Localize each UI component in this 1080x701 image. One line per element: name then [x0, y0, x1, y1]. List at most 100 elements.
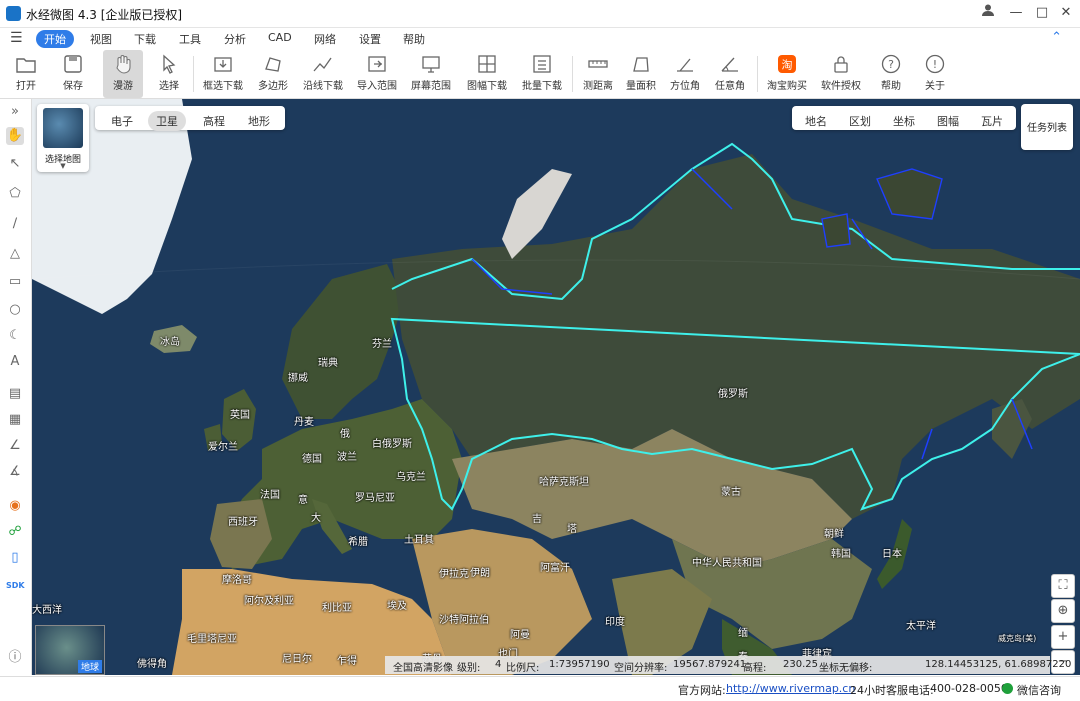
measure-distance-button[interactable]: 测距离 [580, 50, 616, 98]
map-type-elevation[interactable]: 高程 [195, 111, 233, 131]
place-label: 俄 [340, 429, 350, 440]
link-icon[interactable]: ☍ [6, 523, 24, 541]
place-label: 白俄罗斯 [372, 439, 412, 450]
add-text-icon[interactable]: A [6, 353, 24, 371]
help-icon: ? [881, 54, 901, 74]
toolbar-separator [193, 56, 194, 92]
help-circle-icon[interactable]: ⓘ [6, 649, 24, 667]
place-label: 吉 [532, 514, 542, 525]
pan-button[interactable]: 漫游 [103, 50, 143, 98]
angle-tool-icon[interactable]: ∡ [6, 463, 24, 481]
import-range-button[interactable]: 导入范围 [354, 50, 400, 98]
sheet-download-button[interactable]: 图幅下载 [462, 50, 512, 98]
open-button[interactable]: 打开 [10, 50, 42, 98]
website-link[interactable]: http://www.rivermap.cn [726, 682, 855, 695]
screen-icon [422, 56, 440, 73]
globe-thumbnail [43, 108, 83, 148]
menu-home[interactable]: 开始 [36, 30, 74, 48]
menu-bar: ☰ 开始 视图 下载 工具 分析 CAD 网络 设置 帮助 ⌃ [0, 28, 1080, 50]
layer-sheets[interactable]: 图幅 [929, 111, 967, 131]
overview-map[interactable]: 地球 [35, 625, 105, 675]
about-button[interactable]: ! 关于 [919, 50, 951, 98]
batch-download-button[interactable]: 批量下载 [519, 50, 565, 98]
svg-text:?: ? [888, 58, 894, 71]
fullscreen-icon[interactable]: ⛶ [1051, 574, 1075, 598]
draw-area-icon[interactable]: △ [6, 245, 24, 263]
draw-circle-icon[interactable]: ○ [6, 301, 24, 319]
pan-tool-icon[interactable]: ✋ [6, 127, 24, 145]
polygon-button[interactable]: 多边形 [254, 50, 292, 98]
zoom-in-button[interactable]: + [1051, 625, 1075, 649]
place-label: 阿曼 [510, 630, 530, 641]
box-download-button[interactable]: 框选下载 [201, 50, 245, 98]
layer-toggles: 地名 区划 坐标 图幅 瓦片 [792, 106, 1016, 130]
menu-cad[interactable]: CAD [268, 31, 292, 44]
place-label: 冰岛 [160, 337, 180, 348]
expand-panel-icon[interactable]: » [6, 103, 24, 121]
map-view[interactable]: 冰岛 芬兰 瑞典 挪威 英国 丹麦 爱尔兰 俄 白俄罗斯 德国 波兰 乌克兰 法… [32, 99, 1080, 675]
sdk-icon[interactable]: SDK [6, 577, 25, 595]
save-icon [64, 55, 82, 73]
minimize-icon[interactable]: — [1003, 3, 1029, 23]
user-icon[interactable] [975, 3, 1001, 23]
map-type-vector[interactable]: 电子 [103, 111, 141, 131]
place-label: 中华人民共和国 [692, 558, 762, 569]
place-label: 伊拉克 [439, 569, 469, 580]
taobao-buy-button[interactable]: 淘 淘宝购买 [764, 50, 810, 98]
azimuth-icon [677, 58, 693, 72]
box-download-icon [214, 57, 232, 72]
line-download-button[interactable]: 沿线下载 [300, 50, 346, 98]
measure-distance-icon[interactable]: ▤ [6, 385, 24, 403]
chevron-down-icon: ▼ [60, 162, 66, 170]
angle-icon [721, 57, 738, 72]
free-angle-button[interactable]: 任意角 [711, 50, 749, 98]
help-button[interactable]: ? 帮助 [875, 50, 907, 98]
left-toolbar: » ✋ ↖ ⬠ ∕ △ ▭ ○ ☾ A ▤ ▦ ∠ ∡ ◉ ☍ ▯ SDK ⓘ [0, 99, 32, 675]
map-selector[interactable]: 选择地图 ▼ [37, 104, 89, 172]
select-button[interactable]: 选择 [153, 50, 185, 98]
close-icon[interactable]: ✕ [1053, 3, 1079, 23]
layer-coordinates[interactable]: 坐标 [885, 111, 923, 131]
menu-analysis[interactable]: 分析 [224, 31, 246, 47]
select-tool-icon[interactable]: ↖ [6, 155, 24, 173]
place-label: 日本 [882, 549, 902, 560]
measure-area-icon[interactable]: ▦ [6, 411, 24, 429]
maximize-icon[interactable]: □ [1029, 3, 1055, 23]
locate-icon[interactable]: ⊕ [1051, 599, 1075, 623]
azimuth-tool-icon[interactable]: ∠ [6, 437, 24, 455]
task-list-button[interactable]: 任务列表 [1021, 104, 1073, 150]
map-type-satellite[interactable]: 卫星 [148, 111, 186, 131]
wechat-consult-link[interactable]: 微信咨询 [1017, 682, 1061, 698]
draw-rectangle-icon[interactable]: ▭ [6, 273, 24, 291]
layer-tiles[interactable]: 瓦片 [973, 111, 1011, 131]
collapse-ribbon-icon[interactable]: ⌃ [1051, 30, 1062, 45]
screen-range-button[interactable]: 屏幕范围 [408, 50, 454, 98]
map-type-terrain[interactable]: 地形 [240, 111, 278, 131]
menu-help[interactable]: 帮助 [403, 31, 425, 47]
menu-download[interactable]: 下载 [134, 31, 156, 47]
menu-settings[interactable]: 设置 [359, 31, 381, 47]
place-label: 韩国 [831, 549, 851, 560]
level-value: 4 [495, 659, 502, 670]
layer-place-names[interactable]: 地名 [797, 111, 835, 131]
menu-network[interactable]: 网络 [314, 31, 336, 47]
plugin-icon[interactable]: ◉ [6, 497, 24, 515]
hamburger-menu-icon[interactable]: ☰ [10, 30, 23, 46]
layer-districts[interactable]: 区划 [841, 111, 879, 131]
map-status-bar: 全国高清影像 级别: 4 比例尺: 1:73957190 空间分辨率: 1956… [385, 656, 1071, 674]
menu-view[interactable]: 视图 [90, 31, 112, 47]
save-button[interactable]: 保存 [57, 50, 89, 98]
draw-line-icon[interactable]: ∕ [6, 215, 24, 233]
place-label: 罗马尼亚 [355, 493, 395, 504]
folder-icon [16, 58, 36, 73]
draw-sector-icon[interactable]: ☾ [6, 327, 24, 345]
azimuth-button[interactable]: 方位角 [668, 50, 702, 98]
place-label: 乍得 [337, 656, 357, 667]
license-button[interactable]: 软件授权 [818, 50, 864, 98]
menu-tools[interactable]: 工具 [179, 31, 201, 47]
import-icon [368, 56, 386, 72]
measure-area-button[interactable]: 量面积 [624, 50, 658, 98]
map-type-switch: 电子 卫星 高程 地形 [95, 106, 285, 131]
phone-icon[interactable]: ▯ [6, 549, 24, 567]
draw-polygon-icon[interactable]: ⬠ [6, 185, 24, 203]
